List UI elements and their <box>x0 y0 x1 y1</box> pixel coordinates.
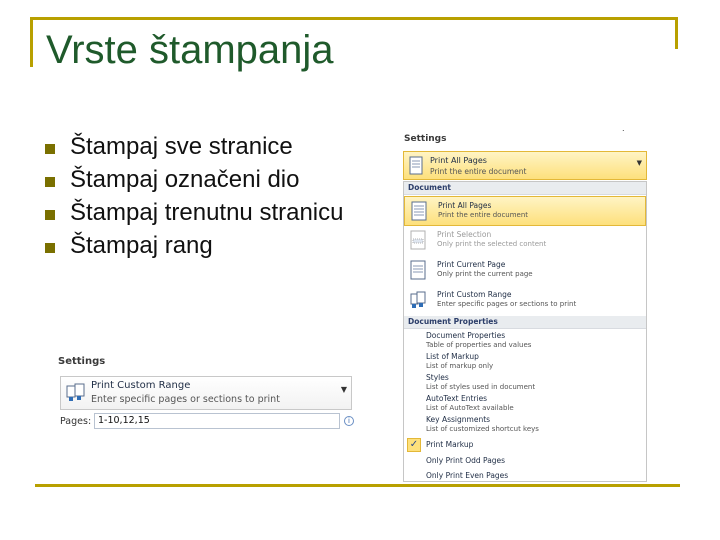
menu-option-print-markup[interactable]: ✓ Print Markup <box>404 438 646 452</box>
frame-right-line <box>675 17 678 49</box>
info-icon[interactable]: i <box>344 416 354 426</box>
menu-option-label: Print Markup <box>426 440 474 449</box>
menu-item-label: AutoText Entries <box>426 394 488 403</box>
bullet-item: Štampaj rang <box>42 229 362 262</box>
menu-item-description: Table of properties and values <box>426 341 532 349</box>
print-mode-dropdown[interactable]: Print All Pages Print the entire documen… <box>403 151 647 180</box>
menu-item-list-of-markup[interactable]: List of Markup List of markup only <box>404 351 646 373</box>
menu-item-label: Print Current Page <box>437 260 506 269</box>
frame-bottom-line <box>35 484 680 487</box>
bullet-item: Štampaj sve stranice <box>42 130 362 163</box>
menu-item-label: Print All Pages <box>438 201 492 210</box>
menu-item-label: Print Selection <box>437 230 492 239</box>
selection-page-icon <box>410 230 426 250</box>
dot-mark: . <box>622 124 625 133</box>
settings-heading: Settings <box>404 134 447 144</box>
square-bullet-icon <box>45 243 55 253</box>
all-pages-icon <box>409 156 423 175</box>
frame-top-line <box>33 17 678 20</box>
menu-item-print-selection[interactable]: Print Selection Only print the selected … <box>404 226 646 256</box>
chevron-down-icon[interactable]: ▼ <box>341 385 347 394</box>
menu-item-description: List of styles used in document <box>426 383 536 391</box>
menu-item-autotext-entries[interactable]: AutoText Entries List of AutoText availa… <box>404 393 646 415</box>
menu-item-description: Print the entire document <box>438 211 529 219</box>
big-settings-panel: Settings . Print All Pages Print the ent… <box>400 124 650 482</box>
chevron-down-icon[interactable]: ▼ <box>637 159 642 167</box>
menu-item-description: List of customized shortcut keys <box>426 425 539 433</box>
small-settings-panel: Settings Print Custom Range Enter specif… <box>56 354 356 434</box>
menu-item-description: Only print the selected content <box>437 240 547 248</box>
print-mode-menu: Document Print All Pages Print the entir… <box>403 181 647 482</box>
checkmark-icon: ✓ <box>407 438 421 452</box>
bullet-item: Štampaj označeni dio <box>42 163 362 196</box>
menu-item-label: Key Assignments <box>426 415 491 424</box>
dropdown-selected-label: Print Custom Range <box>91 380 191 391</box>
menu-section-document: Document <box>404 182 646 195</box>
pages-label: Pages: <box>60 416 92 427</box>
menu-item-key-assignments[interactable]: Key Assignments List of customized short… <box>404 414 646 436</box>
square-bullet-icon <box>45 144 55 154</box>
square-bullet-icon <box>45 210 55 220</box>
menu-item-description: List of AutoText available <box>426 404 514 412</box>
menu-item-print-current-page[interactable]: Print Current Page Only print the curren… <box>404 256 646 286</box>
menu-item-document-properties[interactable]: Document Properties Table of properties … <box>404 330 646 352</box>
menu-item-styles[interactable]: Styles List of styles used in document <box>404 372 646 394</box>
frame-left-line <box>30 17 33 67</box>
menu-option-even-pages[interactable]: Only Print Even Pages <box>404 469 646 483</box>
dropdown-selected-label: Print All Pages <box>430 156 487 165</box>
bullet-list: Štampaj sve stranice Štampaj označeni di… <box>42 130 362 262</box>
menu-item-description: Enter specific pages or sections to prin… <box>437 300 577 308</box>
dropdown-selected-description: Print the entire document <box>430 167 527 176</box>
menu-item-label: Document Properties <box>426 331 506 340</box>
bullet-item: Štampaj trenutnu stranicu <box>42 196 362 229</box>
settings-heading: Settings <box>58 356 106 367</box>
slide-title: Vrste štampanja <box>46 28 334 72</box>
print-range-dropdown[interactable]: Print Custom Range Enter specific pages … <box>60 376 352 410</box>
all-pages-icon <box>411 201 427 221</box>
square-bullet-icon <box>45 177 55 187</box>
custom-range-icon <box>66 383 85 401</box>
menu-item-print-all-pages[interactable]: Print All Pages Print the entire documen… <box>404 196 646 226</box>
menu-item-label: List of Markup <box>426 352 479 361</box>
menu-option-label: Only Print Odd Pages <box>426 456 506 465</box>
dropdown-selected-description: Enter specific pages or sections to prin… <box>91 394 280 405</box>
menu-section-document-properties: Document Properties <box>404 316 646 329</box>
custom-range-icon <box>410 291 426 308</box>
menu-item-description: List of markup only <box>426 362 494 370</box>
current-page-icon <box>410 260 426 280</box>
menu-item-print-custom-range[interactable]: Print Custom Range Enter specific pages … <box>404 286 646 316</box>
menu-option-odd-pages[interactable]: Only Print Odd Pages <box>404 454 646 468</box>
menu-option-label: Only Print Even Pages <box>426 471 509 480</box>
menu-item-label: Print Custom Range <box>437 290 512 299</box>
menu-item-description: Only print the current page <box>437 270 533 278</box>
pages-input[interactable]: 1-10,12,15 <box>94 413 340 429</box>
menu-item-label: Styles <box>426 373 449 382</box>
